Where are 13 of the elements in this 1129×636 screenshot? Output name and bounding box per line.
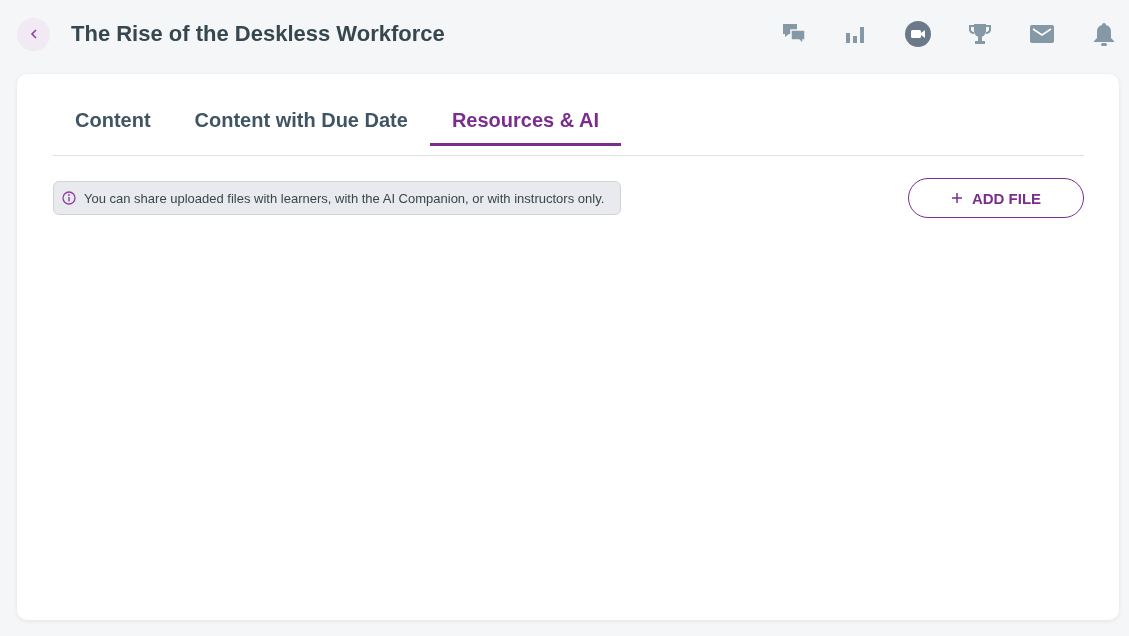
tab[interactable]: Content with Due Date (172, 98, 430, 146)
tab[interactable]: Content (53, 98, 173, 146)
chevron-left-icon (28, 28, 39, 40)
plus-icon (950, 192, 963, 204)
info-text: You can share uploaded files with learners, with the AI Companion, or with instructors only. (84, 190, 605, 206)
trophy-icon[interactable] (967, 21, 993, 47)
back-button[interactable] (17, 17, 50, 51)
add-file-button[interactable]: ADD FILE (908, 178, 1084, 218)
info-icon (62, 191, 76, 205)
bell-icon[interactable] (1091, 21, 1117, 47)
video-camera-icon[interactable] (905, 21, 931, 47)
tab[interactable]: Resources & AI (429, 98, 621, 146)
page-title: The Rise of the Deskless Workforce (71, 21, 446, 47)
